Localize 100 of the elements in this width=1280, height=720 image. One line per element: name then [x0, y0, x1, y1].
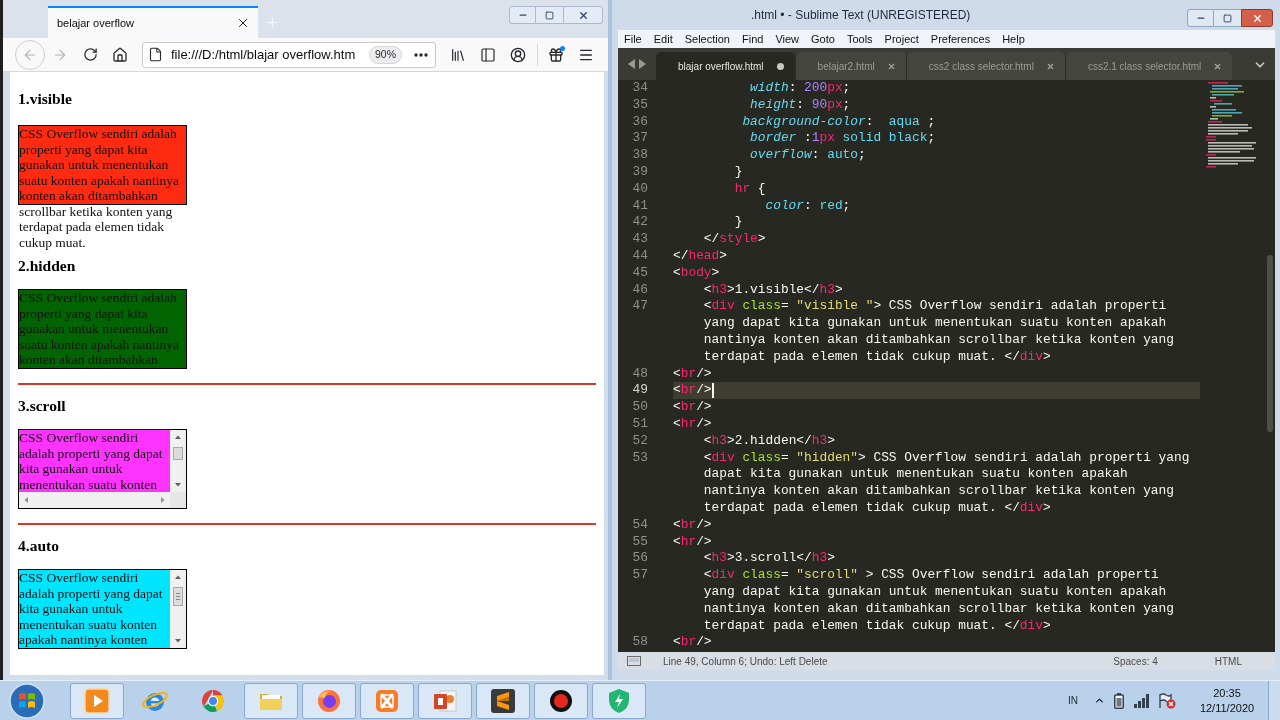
editor-tab[interactable]: css2.1 class selector.html	[1064, 52, 1233, 80]
vertical-scrollbar[interactable]	[170, 430, 186, 492]
code-line: background-color: aqua ;	[741, 113, 936, 131]
line-number: 55	[631, 533, 649, 551]
menu-item[interactable]: Goto	[805, 30, 841, 48]
taskbar-button[interactable]	[476, 682, 530, 719]
line-number: 50	[631, 399, 649, 416]
section-heading: 1.visible	[18, 90, 72, 108]
maximize-icon	[545, 10, 554, 20]
account-icon	[510, 46, 526, 63]
line-number: 54	[631, 516, 649, 534]
url-text: file:///D:/html/blajar overflow.htm	[171, 45, 356, 64]
close-button[interactable]	[1241, 9, 1273, 27]
box-text: CSS Overflow sendiri adalah properti yang dapat kita gunakan untuk menentukan suatu konten apakah nantinya konten akan ditambahkan	[19, 290, 181, 368]
indentation-button[interactable]: Spaces: 4	[1113, 653, 1158, 669]
line-number: 35	[631, 96, 649, 114]
minimize-button[interactable]	[1187, 9, 1214, 27]
menu-item[interactable]: Find	[735, 30, 770, 48]
tab-left-arrow-icon[interactable]	[628, 59, 636, 69]
line-number: 47	[631, 298, 649, 316]
line-number: 43	[631, 231, 649, 248]
close-icon	[1213, 61, 1223, 71]
section-heading: 2.hidden	[18, 257, 76, 275]
menu-item[interactable]: Help	[996, 30, 1031, 48]
line-number: 36	[631, 113, 649, 131]
home-icon	[112, 46, 128, 63]
line-number: 45	[631, 264, 649, 282]
plus-icon	[264, 14, 280, 30]
line-number: 44	[631, 247, 649, 265]
minimize-button[interactable]	[509, 6, 536, 24]
code-line: height: 90px;	[749, 96, 851, 114]
code-line: <h3>3.scroll</h3>	[702, 550, 835, 568]
menu-item[interactable]: View	[769, 30, 806, 48]
vertical-scrollbar[interactable]	[170, 570, 186, 648]
line-number: 37	[631, 130, 649, 148]
ellipsis-icon	[414, 52, 428, 57]
section-heading: 3.scroll	[18, 397, 66, 415]
code-line: }	[733, 164, 743, 181]
code-line: <hr/>	[673, 415, 712, 433]
menu-item[interactable]: Edit	[647, 30, 679, 48]
code-line: <br/>	[673, 399, 712, 416]
code-line: <br/>	[673, 516, 712, 534]
language-indicator[interactable]: IN	[1068, 693, 1078, 708]
code-line: <body>	[673, 264, 720, 282]
zigzag-tile-icon	[489, 686, 517, 715]
menu-item[interactable]: File	[618, 30, 648, 48]
code-line: <br/>	[673, 382, 712, 400]
code-line: <div class= "visible "> CSS Overflow sendiri adalah properti yang dapat kita gunakan untuk menentukan suatu konten apakah nantinya konten akan ditambahkan scrollbar ketika konten yang terdapat pada elemen tidak cukup muat. </div>	[702, 298, 1175, 366]
horizontal-scrollbar[interactable]	[19, 492, 170, 508]
line-number: 40	[631, 180, 649, 198]
code-line: overflow: auto;	[749, 147, 866, 164]
line-number: 49	[631, 382, 649, 400]
code-line: <br/>	[673, 365, 712, 383]
close-icon	[1045, 61, 1055, 71]
code-line: <h3>2.hidden</h3>	[702, 432, 835, 450]
box-text: CSS Overflow sendiri adalah properti yang dapat kita gunakan untuk menentukan suatu konten	[19, 430, 170, 492]
close-icon	[1251, 12, 1263, 24]
signal-bars-icon[interactable]	[1134, 693, 1150, 708]
line-number: 58	[631, 634, 649, 652]
editor-tab[interactable]: css2 class selector.html	[905, 52, 1065, 80]
browser-tab[interactable]: belajar overflow	[48, 6, 258, 38]
box-text: CSS Overflow sendiri adalah properti yang dapat kita gunakan untuk menentukan suatu konten apakah nantinya konten	[19, 570, 170, 648]
section-heading: 4.auto	[18, 537, 59, 555]
tab-right-arrow-icon[interactable]	[638, 59, 646, 69]
close-button[interactable]	[563, 6, 603, 24]
text-caret	[711, 383, 714, 399]
monitor-icon[interactable]	[627, 656, 641, 666]
line-number: 57	[631, 567, 649, 584]
start-orb-icon	[9, 682, 45, 719]
menu-item[interactable]: Preferences	[924, 30, 997, 48]
code-line: <div class= "hidden"> CSS Overflow sendiri adalah properti yang dapat kita gunakan untuk menentukan suatu konten apakah nantinya konten akan ditambahkan scrollbar ketika konten yang terdapat pada elemen tidak cukup muat. </div>	[702, 449, 1191, 517]
syntax-button[interactable]: HTML	[1214, 653, 1242, 669]
menu-item[interactable]: Tools	[840, 30, 879, 48]
maximize-button[interactable]	[536, 6, 563, 24]
taskbar-button[interactable]	[534, 682, 588, 719]
maximize-button[interactable]	[1214, 9, 1241, 27]
reload-icon	[82, 47, 98, 62]
page-icon	[148, 47, 163, 62]
library-icon	[450, 46, 466, 63]
address-bar[interactable]: file:///D:/html/blajar overflow.htm 90%	[142, 41, 436, 68]
editor-tab[interactable]: blajar overflow.html	[656, 52, 795, 80]
line-number: 46	[631, 281, 649, 299]
editor-tab[interactable]: belajar2.html	[794, 52, 906, 80]
battery-icon[interactable]	[1114, 692, 1124, 709]
box-text: CSS Overflow sendiri adalah properti yang dapat kita gunakan untuk menentukan suatu konten apakah nantinya konten akan ditambahkan scrollbar ketika konten yang terdapat pada elemen tidak cukup muat.	[19, 126, 181, 250]
maximize-icon	[1223, 13, 1232, 23]
flag-warning-icon[interactable]	[1158, 692, 1176, 709]
scrollbar-thumb[interactable]	[1266, 255, 1273, 432]
menu-item[interactable]: Selection	[678, 30, 736, 48]
clock-button[interactable]: 20:35 12/11/2020	[1194, 685, 1260, 716]
show-desktop-button[interactable]	[1268, 680, 1280, 720]
code-line: <h3>1.visible</h3>	[702, 281, 843, 299]
zoom-level-button[interactable]: 90%	[369, 45, 402, 64]
status-position: Line 49, Column 6; Undo: Left Delete	[663, 654, 828, 669]
menu-item[interactable]: Project	[878, 30, 925, 48]
line-number: 42	[631, 214, 649, 232]
line-number: 53	[631, 449, 649, 467]
code-line: border :1px solid black;	[749, 130, 936, 148]
close-icon	[577, 9, 589, 21]
line-number: 51	[631, 415, 649, 433]
